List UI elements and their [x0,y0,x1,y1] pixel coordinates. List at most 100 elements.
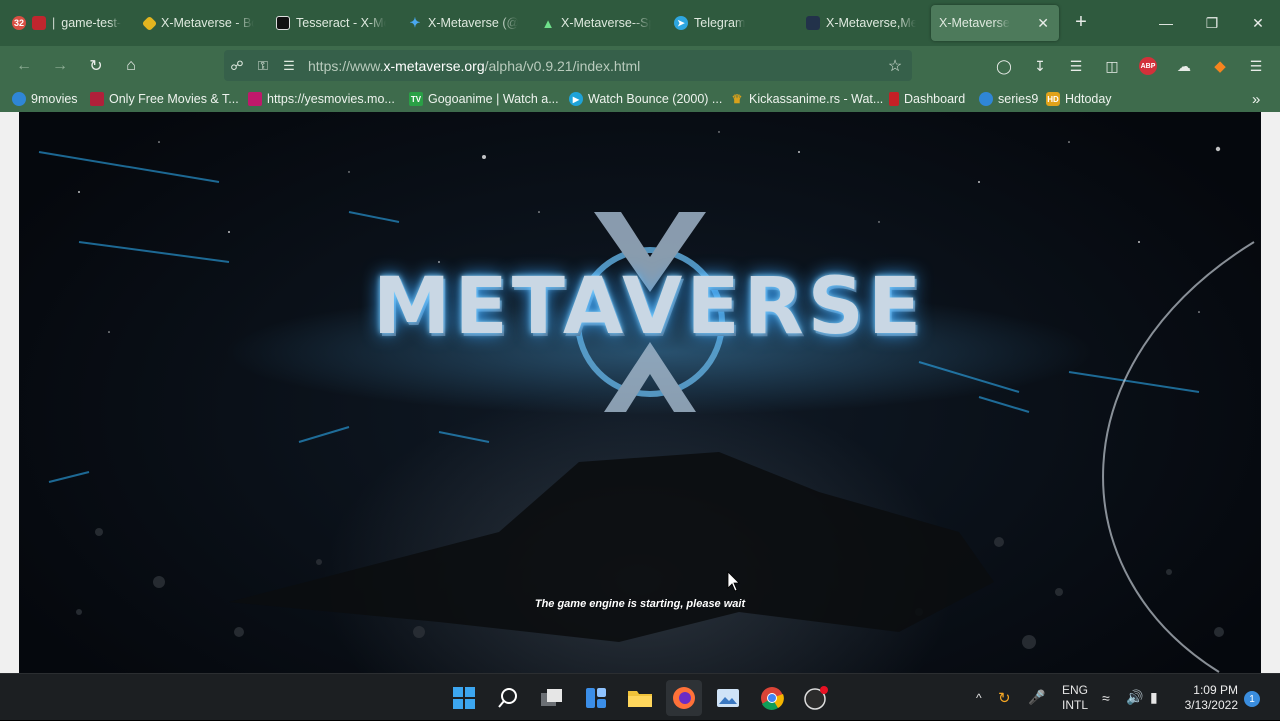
game-logo: METAVERSE [372,262,926,352]
forward-button[interactable]: → [48,54,72,78]
hd-icon: HD [1046,92,1060,106]
lock-icon[interactable]: ⚿ [250,58,276,74]
tab-game-test[interactable]: 32 | game-test- [4,5,130,41]
tab-tesseract[interactable]: Tesseract - X-Me [268,5,394,41]
restore-button[interactable]: ❐ [1189,0,1235,46]
battery-icon[interactable]: ▮ [1150,674,1158,721]
microphone-icon[interactable]: 🎤 [1028,674,1045,721]
clock[interactable]: 1:09 PM 3/13/2022 [1178,683,1238,713]
library-icon[interactable]: ☰ [1064,54,1088,78]
home-button[interactable]: ⌂ [119,54,143,78]
loading-status-text: The game engine is starting, please wait [534,598,746,610]
tab-label: X-Metaverse,Met [826,16,916,30]
xmeta-icon [806,16,820,30]
url-text[interactable]: https://www.x-metaverse.org/alpha/v0.9.2… [308,58,640,74]
tab-label: Telegram [694,16,746,30]
spaceship-silhouette [229,452,994,642]
keyboard-layout-label: INTL [1062,697,1089,712]
adblock-plus-icon[interactable]: ABP [1136,54,1160,78]
tesseract-icon [276,16,290,30]
abp-label: ABP [1139,57,1157,75]
tab-label: X-Metaverse (@X [428,16,518,30]
file-explorer-button[interactable] [622,680,658,716]
bookmark-gogoanime[interactable]: TV Gogoanime | Watch a... [409,90,559,108]
back-button[interactable]: ← [12,54,36,78]
extension-cloud-icon[interactable]: ☁ [1172,54,1196,78]
tab-twitter[interactable]: ✦ X-Metaverse (@X [400,5,526,41]
obs-button[interactable] [798,680,834,716]
tab-telegram[interactable]: ➤ Telegram [666,5,792,41]
tab-label: Tesseract - X-Me [296,16,386,30]
obs-record-icon [804,686,828,710]
yesmovies-icon [248,92,262,106]
wifi-icon[interactable]: ≈ [1102,674,1110,721]
new-tab-button[interactable]: + [1070,12,1092,34]
task-view-icon [541,689,562,706]
clock-time: 1:09 PM [1193,683,1238,697]
bookmark-kickassanime[interactable]: ♛ Kickassanime.rs - Wat... [730,90,884,108]
bookmarks-bar: 9movies Only Free Movies & T... https://… [0,86,1280,112]
language-indicator[interactable]: ENG INTL [1062,674,1088,721]
tab-label: X-Metaverse--Sp [561,16,651,30]
bookmark-only-free-movies[interactable]: Only Free Movies & T... [90,90,239,108]
bookmark-label: 9movies [31,92,78,106]
close-window-button[interactable]: ✕ [1235,0,1280,46]
bookmark-yesmovies[interactable]: https://yesmovies.mo... [248,90,395,108]
language-label: ENG [1062,682,1089,697]
chrome-button[interactable] [754,680,790,716]
bookmark-hdtoday[interactable]: HD Hdtoday [1046,90,1112,108]
bookmark-dashboard[interactable]: Dashboard [889,90,965,108]
crown-icon: ♛ [731,92,743,106]
firefox-icon [673,687,695,709]
tab-xmeta[interactable]: X-Metaverse,Met [798,5,924,41]
bookmark-label: Kickassanime.rs - Wat... [749,92,884,106]
show-hidden-icons-chevron-icon[interactable]: ^ [976,674,982,721]
shield-icon[interactable]: ☍ [224,58,250,74]
tab-x-metaverse-binance[interactable]: X-Metaverse - Bo [136,5,262,41]
sidebar-icon[interactable]: ◫ [1100,54,1124,78]
task-view-button[interactable] [534,680,570,716]
close-tab-icon[interactable]: ✕ [1035,15,1051,32]
telegram-icon: ➤ [674,16,688,30]
firefox-button[interactable] [666,680,702,716]
gogoanime-icon: TV [409,92,423,106]
bookmark-watch-bounce[interactable]: ▶ Watch Bounce (2000) ... [569,90,722,108]
more-bookmarks-chevron-icon[interactable]: » [1252,90,1260,108]
bookmark-label: https://yesmovies.mo... [267,92,395,106]
game-canvas[interactable]: METAVERSE The game engine is starting, p… [19,112,1261,673]
tab-x-metaverse-active[interactable]: X-Metaverse ✕ [931,5,1059,41]
address-bar[interactable]: ☍ ⚿ ☰ https://www.x-metaverse.org/alpha/… [224,50,912,81]
play-icon: ▶ [569,92,583,106]
bookmark-series9[interactable]: series9 [979,90,1038,108]
sync-icon[interactable]: ↻ [998,674,1011,721]
url-path: /alpha/v0.9.21/index.html [484,57,641,74]
spaces-icon: ▲ [541,15,555,31]
menu-icon[interactable]: ☰ [1244,54,1268,78]
bookmark-9movies[interactable]: 9movies [12,90,78,108]
reload-button[interactable]: ↻ [84,54,108,78]
permissions-icon[interactable]: ☰ [276,58,302,74]
search-button[interactable] [490,680,526,716]
url-prefix: https://www. [308,57,384,74]
clock-date: 3/13/2022 [1184,698,1238,712]
bookmark-label: series9 [998,92,1039,106]
widgets-button[interactable] [578,680,614,716]
photos-button[interactable] [710,680,746,716]
pocket-icon[interactable]: ◯ [992,54,1016,78]
notification-badge[interactable]: 1 [1244,691,1260,707]
bookmark-label: Watch Bounce (2000) ... [588,92,723,106]
m-icon [90,92,104,106]
calendar-badge-icon: 32 [12,16,26,30]
url-domain: x-metaverse.org [383,57,485,74]
bookmark-star-icon[interactable]: ☆ [882,56,908,76]
metamask-icon[interactable]: ◆ [1208,54,1232,78]
minimize-button[interactable]: — [1143,0,1189,46]
volume-icon[interactable]: 🔊 [1126,674,1143,721]
start-button[interactable] [446,680,482,716]
space-background [38,131,1255,673]
widgets-icon [586,688,606,708]
photos-icon [717,689,739,707]
nav-bar: ← → ↻ ⌂ ☍ ⚿ ☰ https://www.x-metaverse.or… [0,46,1280,86]
downloads-icon[interactable]: ↧ [1028,54,1052,78]
tab-spaces[interactable]: ▲ X-Metaverse--Sp [533,5,659,41]
